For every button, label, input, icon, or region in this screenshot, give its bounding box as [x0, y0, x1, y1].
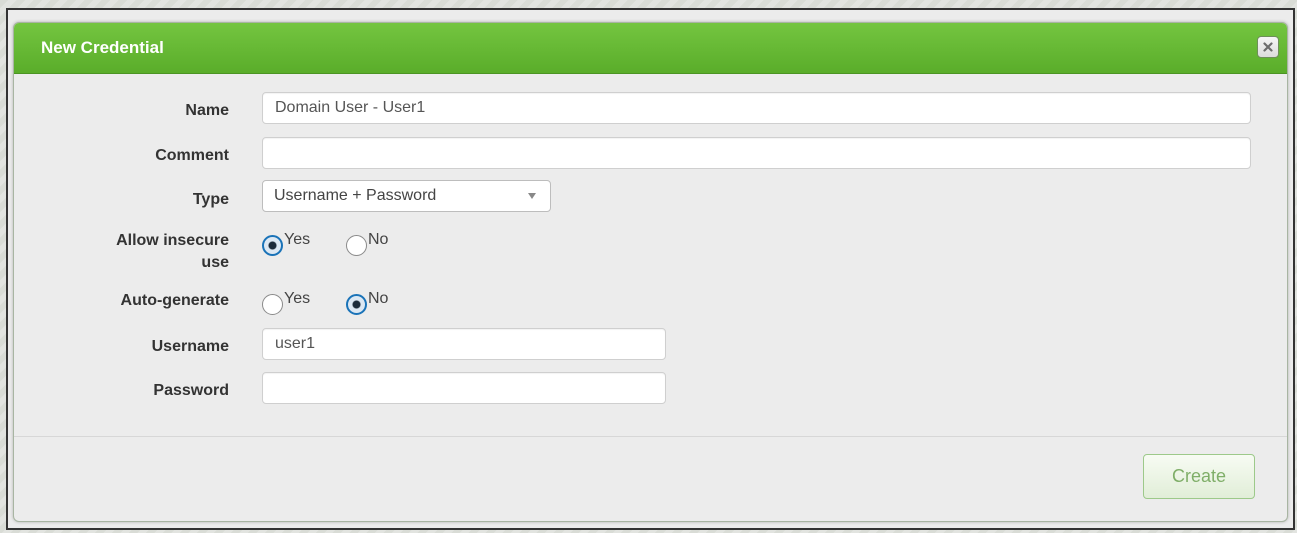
comment-input[interactable] — [262, 137, 1251, 169]
dialog-titlebar: New Credential — [14, 23, 1287, 74]
allow-insecure-label-line2: use — [201, 254, 229, 271]
chevron-down-icon — [528, 193, 536, 199]
radio-checked-icon — [262, 235, 283, 256]
dialog-title: New Credential — [41, 38, 164, 57]
password-input[interactable] — [262, 372, 666, 404]
type-select[interactable]: Username + Password — [262, 180, 551, 212]
name-label: Name — [185, 102, 229, 119]
type-selected-value: Username + Password — [274, 187, 437, 204]
type-label: Type — [192, 191, 229, 208]
auto-generate-yes-label: Yes — [284, 290, 311, 307]
allow-insecure-label-line1: Allow insecure — [116, 232, 229, 249]
username-label: Username — [151, 338, 229, 355]
allow-insecure-no-label: No — [368, 231, 389, 248]
footer-divider — [14, 436, 1287, 437]
close-x-icon — [1263, 42, 1273, 52]
auto-generate-no-label: No — [368, 290, 389, 307]
radio-unchecked-icon — [262, 294, 283, 315]
radio-unchecked-icon — [346, 235, 367, 256]
comment-label: Comment — [155, 147, 229, 164]
new-credential-dialog: New Credential Name Comment Type Usernam… — [13, 22, 1288, 522]
radio-checked-icon — [346, 294, 367, 315]
close-button[interactable] — [1257, 36, 1279, 58]
allow-insecure-yes-label: Yes — [284, 231, 311, 248]
username-input[interactable] — [262, 328, 666, 360]
password-label: Password — [153, 382, 229, 399]
auto-generate-label: Auto-generate — [120, 292, 229, 309]
name-input[interactable] — [262, 92, 1251, 124]
create-button[interactable]: Create — [1143, 454, 1255, 499]
